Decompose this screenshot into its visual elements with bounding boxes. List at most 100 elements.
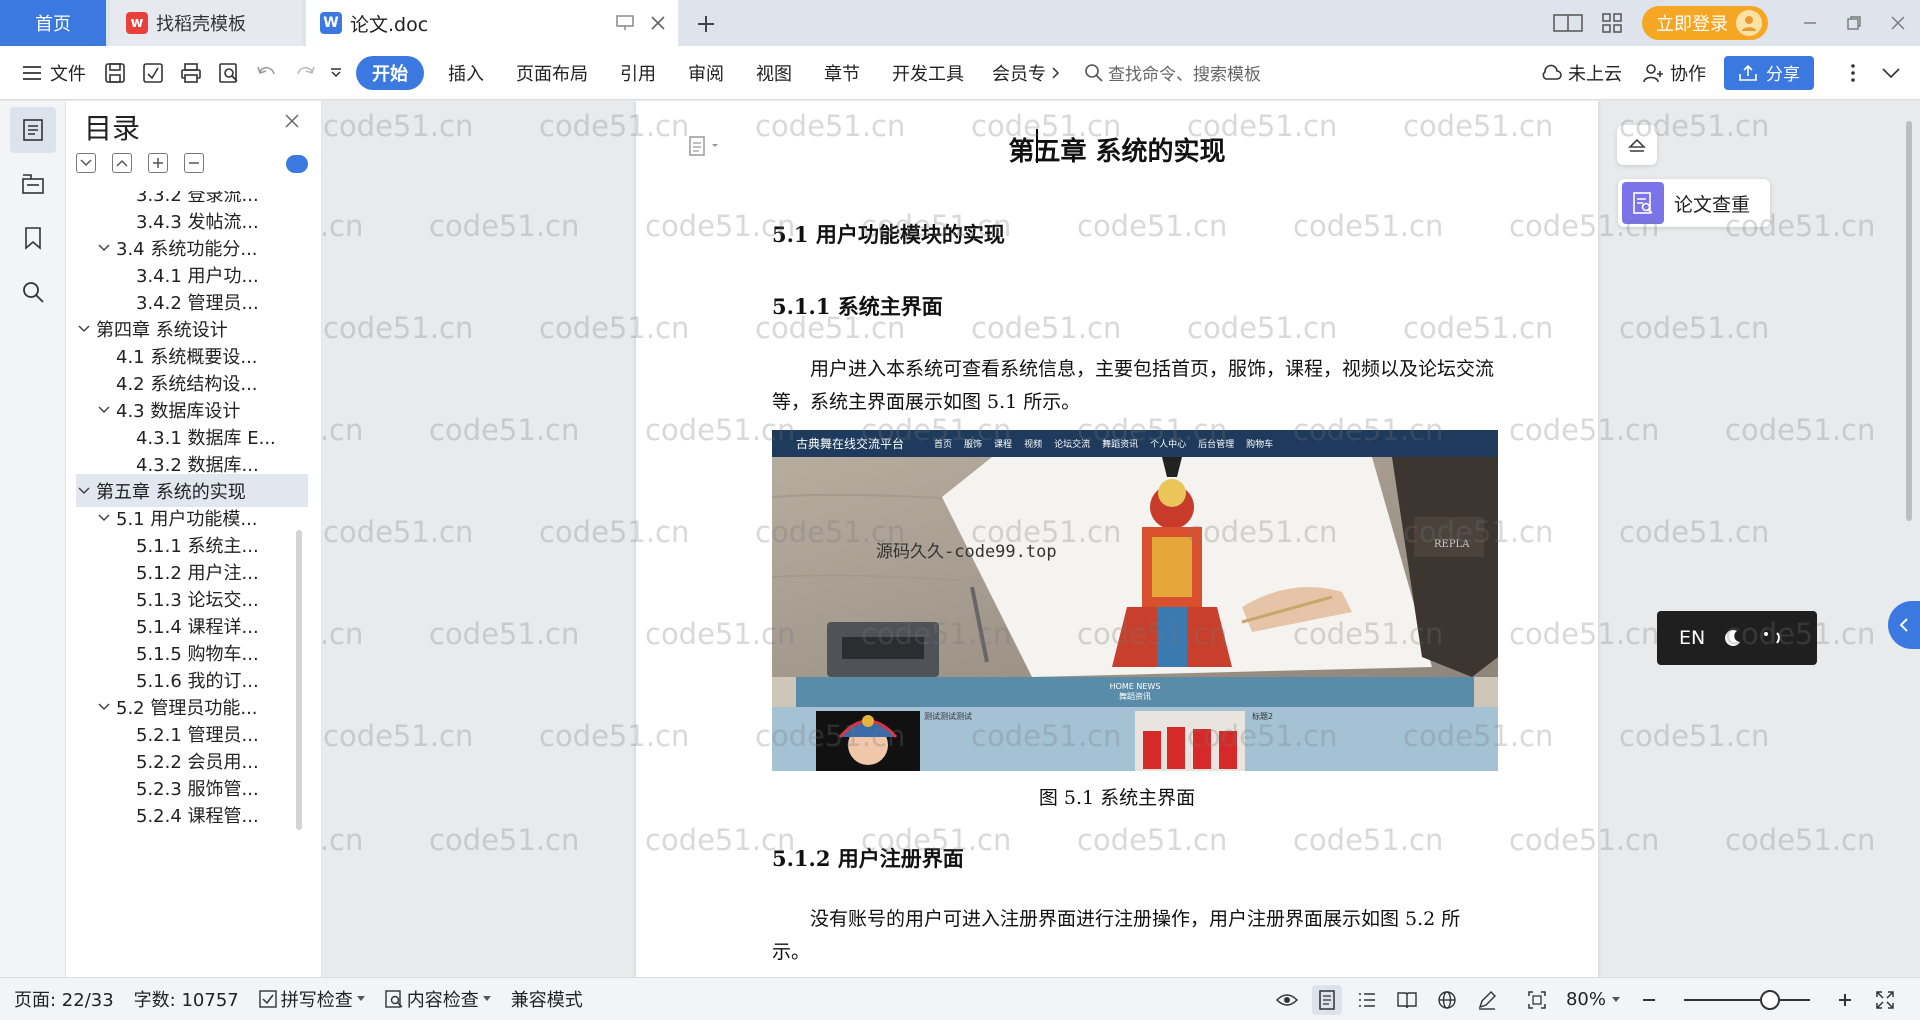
chevron-down-icon[interactable]: [96, 513, 112, 522]
compat-mode[interactable]: 兼容模式: [501, 986, 593, 1012]
add-tab-button[interactable]: [690, 8, 722, 40]
document-page[interactable]: 第五章 系统的实现 5.1 用户功能模块的实现 5.1.1 系统主界面 用户进入…: [636, 101, 1598, 977]
cloud-status-button[interactable]: 未上云: [1530, 56, 1632, 90]
login-button[interactable]: 立即登录: [1642, 6, 1768, 40]
layout-toggle-icon[interactable]: [1546, 0, 1590, 46]
collapse-all-icon[interactable]: [112, 153, 132, 173]
toc-item-label: 5.2.1 管理员...: [136, 724, 259, 746]
title-bar: 首页 w 找稻壳模板 W 论文.doc 立即登录: [0, 0, 1920, 46]
zoom-level-dropdown[interactable]: 80%: [1562, 989, 1624, 1010]
paragraph-5-1-1: 用户进入本系统可查看系统信息，主要包括首页，服饰，课程，视频以及论坛交流等，系统…: [772, 358, 1495, 413]
more-options-icon[interactable]: [1834, 54, 1872, 92]
file-menu[interactable]: 文件: [0, 56, 96, 90]
redo-icon[interactable]: [286, 54, 324, 92]
collaborate-icon: [1643, 63, 1663, 82]
chevron-down-icon[interactable]: [96, 405, 112, 414]
collapse-ribbon-icon[interactable]: [1872, 54, 1910, 92]
close-toc-icon[interactable]: [284, 113, 300, 129]
share-label: 分享: [1766, 65, 1800, 85]
web-view-icon[interactable]: [1432, 985, 1462, 1015]
tab-layout-label: 页面布局: [516, 63, 588, 85]
chevron-down-icon[interactable]: [76, 486, 92, 495]
expand-all-icon[interactable]: [76, 153, 96, 173]
print-preview-icon[interactable]: [210, 54, 248, 92]
find-icon[interactable]: [10, 269, 56, 315]
eye-protection-icon[interactable]: [1272, 985, 1302, 1015]
tab-member[interactable]: 会员专: [980, 56, 1072, 90]
apps-grid-icon[interactable]: [1590, 0, 1634, 46]
chapter-nav-icon[interactable]: [10, 161, 56, 207]
outline-view-icon[interactable]: [1352, 985, 1382, 1015]
punctuation-icon[interactable]: [1761, 631, 1783, 645]
tab-document[interactable]: W 论文.doc: [306, 0, 678, 46]
document-scroll-thumb[interactable]: [1906, 121, 1912, 521]
toc-list: 3.3.2 登录流... 3.4.3 发帖流... 3.4 系统功能分... 3.4.…: [76, 191, 308, 977]
chevron-down-icon[interactable]: [96, 702, 112, 711]
toc-panel-icon[interactable]: [9, 107, 56, 153]
content-check-button[interactable]: 内容检查: [375, 986, 501, 1012]
watermark-text: code51.cn: [1619, 719, 1770, 753]
bookmark-icon[interactable]: [10, 215, 56, 261]
collaborate-label: 协作: [1670, 63, 1706, 85]
tab-chapter[interactable]: 章节: [808, 56, 876, 90]
quick-access-dropdown-icon[interactable]: [324, 54, 348, 92]
close-window-icon[interactable]: [1876, 0, 1920, 46]
toc-item-label: 第五章 系统的实现: [96, 481, 246, 503]
print-icon[interactable]: [172, 54, 210, 92]
toc-scrollbar[interactable]: [296, 530, 302, 830]
save-icon[interactable]: [96, 54, 134, 92]
export-pdf-icon[interactable]: [134, 54, 172, 92]
tab-start[interactable]: 开始: [356, 55, 424, 90]
zoom-slider[interactable]: [1684, 989, 1810, 1010]
share-button[interactable]: 分享: [1724, 55, 1814, 90]
plagiarism-check-button[interactable]: 论文查重: [1618, 179, 1771, 227]
tab-layout[interactable]: 页面布局: [500, 56, 604, 90]
write-mode-icon[interactable]: [1472, 985, 1502, 1015]
tab-review[interactable]: 审阅: [672, 56, 740, 90]
command-search-placeholder: 查找命令、搜索模板: [1108, 65, 1261, 85]
toc-ai-toggle-icon[interactable]: [286, 155, 308, 173]
page-view-icon[interactable]: [1311, 984, 1342, 1015]
plagiarism-check-label: 论文查重: [1674, 193, 1751, 216]
screen-icon[interactable]: [616, 15, 634, 31]
zoom-out-icon[interactable]: [1634, 985, 1664, 1015]
toc-item[interactable]: 5.2.4 课程管...: [76, 798, 308, 831]
collapse-side-panel-button[interactable]: [1617, 125, 1657, 165]
reading-view-icon[interactable]: [1392, 985, 1422, 1015]
figure-nav-item: 购物车: [1246, 440, 1274, 450]
spell-check-button[interactable]: 拼写检查: [249, 986, 375, 1012]
toc-item-label: 3.4.1 用户功...: [136, 265, 259, 287]
restore-icon[interactable]: [1832, 0, 1876, 46]
document-canvas: 第五章 系统的实现 5.1 用户功能模块的实现 5.1.1 系统主界面 用户进入…: [323, 101, 1920, 977]
close-tab-icon[interactable]: [650, 15, 666, 31]
collaborate-button[interactable]: 协作: [1632, 56, 1716, 90]
tab-view[interactable]: 视图: [740, 56, 808, 90]
page-indicator[interactable]: 页面: 22/33: [0, 986, 124, 1012]
chevron-down-icon: [482, 996, 491, 1001]
login-label: 立即登录: [1656, 14, 1728, 35]
tab-insert[interactable]: 插入: [432, 56, 500, 90]
tab-reference[interactable]: 引用: [604, 56, 672, 90]
figure-5-1-screenshot[interactable]: 古典舞在线交流平台 首页 服饰 课程 视频 论坛交流 舞蹈资讯 个人中心 后台管理 购物车: [772, 430, 1498, 771]
chevron-down-icon[interactable]: [76, 324, 92, 333]
tab-template[interactable]: w 找稻壳模板: [110, 0, 302, 46]
toc-item-label: 4.3 数据库设计: [116, 400, 241, 422]
document-vertical-scrollbar[interactable]: [1900, 101, 1920, 977]
tab-devtools[interactable]: 开发工具: [876, 56, 980, 90]
zoom-slider-thumb[interactable]: [1760, 989, 1780, 1010]
word-count[interactable]: 字数: 10757: [124, 986, 249, 1012]
moon-icon[interactable]: [1723, 628, 1743, 648]
tab-home[interactable]: 首页: [0, 0, 106, 46]
chevron-down-icon[interactable]: [96, 243, 112, 252]
fullscreen-icon[interactable]: [1870, 985, 1900, 1015]
watermark-text: code51.cn: [323, 311, 474, 345]
minimize-icon[interactable]: [1788, 0, 1832, 46]
zoom-in-icon[interactable]: [1830, 985, 1860, 1015]
remove-heading-icon[interactable]: [184, 153, 204, 173]
fit-page-icon[interactable]: [1522, 985, 1552, 1015]
chevron-down-icon: [356, 996, 365, 1001]
add-heading-icon[interactable]: [148, 153, 168, 173]
ime-toolbar[interactable]: EN: [1657, 611, 1817, 665]
undo-icon[interactable]: [248, 54, 286, 92]
command-search-input[interactable]: 查找命令、搜索模板: [1072, 60, 1273, 85]
